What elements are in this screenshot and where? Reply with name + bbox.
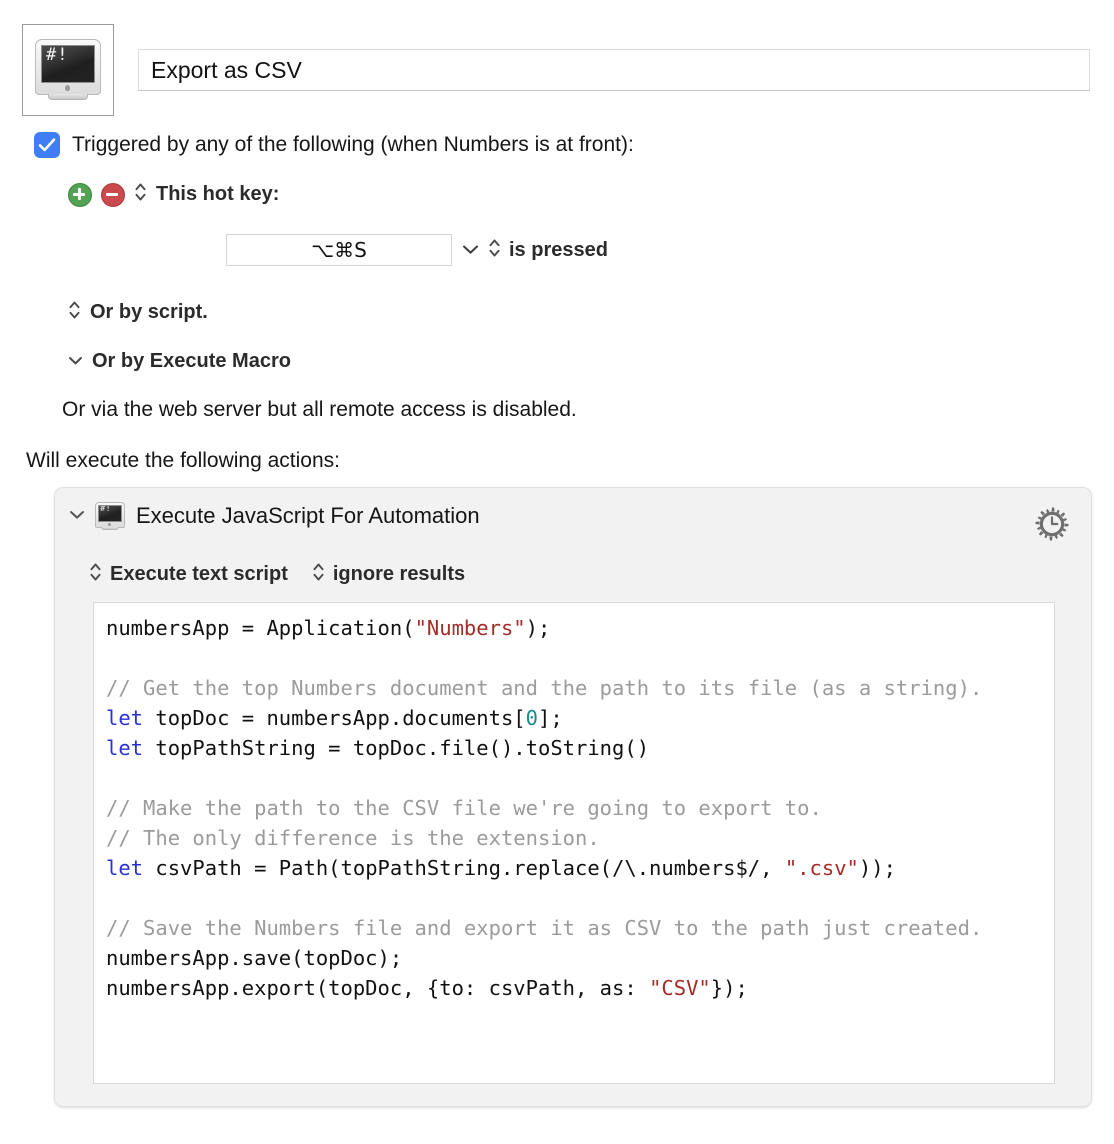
script-monitor-icon: #!	[35, 39, 101, 101]
action-disclosure-chevron-down-icon[interactable]	[69, 507, 84, 525]
hotkey-condition-label[interactable]: is pressed	[509, 239, 608, 262]
results-mode-stepper-icon[interactable]	[312, 562, 325, 587]
hotkey-condition-stepper-icon[interactable]	[488, 238, 501, 263]
hotkey-popup-chevron-down-icon[interactable]	[452, 240, 488, 260]
remove-trigger-button[interactable]	[101, 182, 125, 207]
action-panel: #! Execute JavaScript For Automation Exe…	[54, 487, 1092, 1107]
or-by-script-row: Or by script.	[68, 300, 208, 325]
web-server-note: Or via the web server but all remote acc…	[62, 398, 577, 421]
action-icon-glyph: #!	[100, 505, 111, 514]
hotkey-trigger-label[interactable]: This hot key:	[156, 183, 279, 206]
or-by-script-label[interactable]: Or by script.	[90, 301, 208, 324]
trigger-enabled-label: Triggered by any of the following (when …	[72, 133, 634, 156]
macro-icon-well[interactable]: #!	[22, 24, 114, 116]
hotkey-trigger-row: This hot key:	[68, 182, 279, 207]
trigger-enabled-checkbox[interactable]	[34, 132, 60, 158]
script-mode-stepper-icon[interactable]	[89, 562, 102, 587]
macro-header: #! Export as CSV	[22, 24, 1092, 116]
results-mode-label[interactable]: ignore results	[333, 563, 465, 586]
action-header: #! Execute JavaScript For Automation	[69, 502, 480, 530]
script-source-text[interactable]: numbersApp = Application("Numbers"); // …	[94, 603, 1054, 1013]
script-editor[interactable]: numbersApp = Application("Numbers"); // …	[93, 602, 1055, 1084]
or-by-execute-macro-row: Or by Execute Macro	[68, 350, 291, 373]
action-title: Execute JavaScript For Automation	[136, 503, 480, 528]
action-options-row: Execute text script ignore results	[89, 562, 465, 587]
or-by-script-stepper-icon[interactable]	[68, 300, 81, 325]
trigger-enabled-row: Triggered by any of the following (when …	[34, 132, 634, 158]
hotkey-input[interactable]: ⌥⌘S	[226, 234, 452, 266]
script-mode-label[interactable]: Execute text script	[110, 563, 288, 586]
trigger-type-stepper-icon[interactable]	[134, 182, 147, 207]
action-script-monitor-icon: #!	[95, 502, 125, 530]
hotkey-field-row: ⌥⌘S is pressed	[226, 234, 608, 266]
check-icon	[38, 138, 56, 152]
or-by-execute-macro-label[interactable]: Or by Execute Macro	[92, 350, 291, 373]
gear-clock-icon[interactable]	[1033, 505, 1071, 543]
macro-name-input[interactable]: Export as CSV	[138, 49, 1090, 91]
actions-intro-label: Will execute the following actions:	[26, 449, 340, 472]
or-by-execute-macro-chevron-down-icon[interactable]	[68, 353, 83, 371]
macro-icon-glyph: #!	[46, 45, 69, 65]
add-trigger-button[interactable]	[68, 182, 92, 207]
